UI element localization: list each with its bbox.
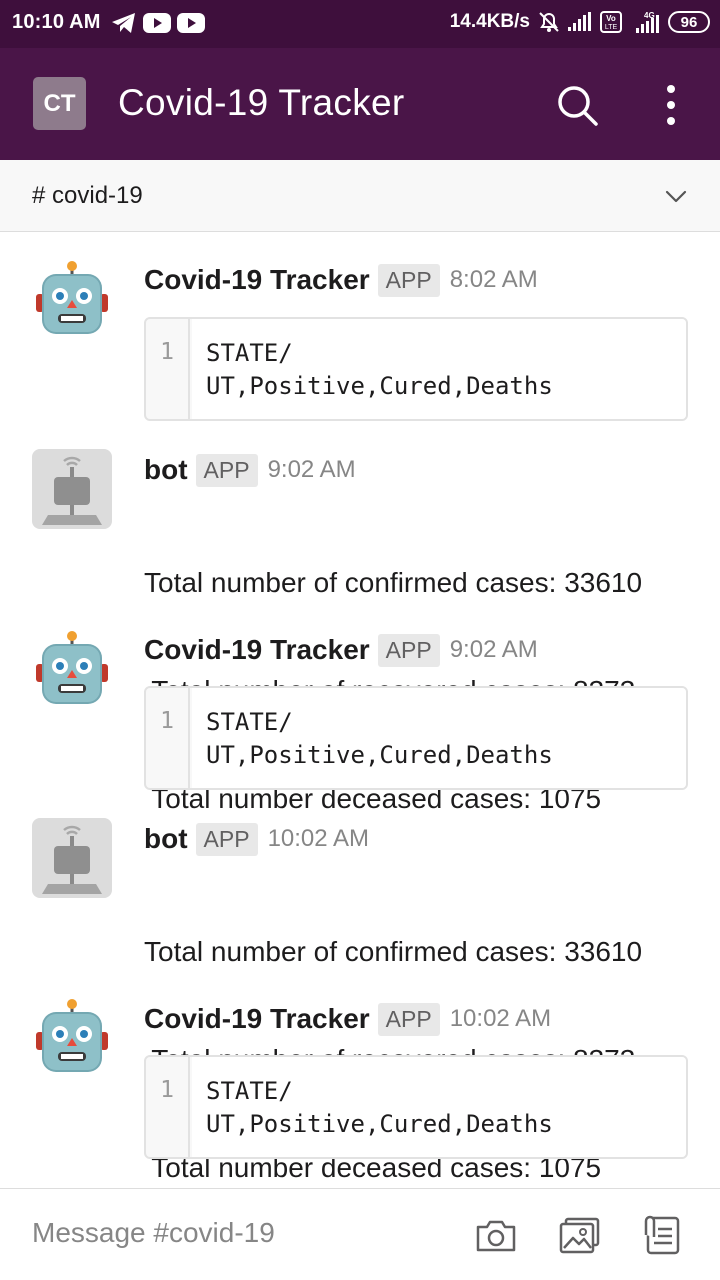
message-header: Covid-19 Tracker APP 8:02 AM: [144, 260, 538, 300]
notification-icons: [111, 12, 205, 34]
message-item[interactable]: bot APP 9:02 AM Total number of confirme…: [0, 430, 720, 814]
code-text: STATE/ UT,Positive,Cured,Deaths: [206, 337, 676, 403]
message-line: Total number of confirmed cases: 33610: [144, 567, 643, 598]
timestamp: 10:02 AM: [449, 1005, 552, 1032]
code-line: STATE/: [206, 708, 293, 736]
workspace-badge[interactable]: CT: [33, 77, 86, 130]
status-bar: 10:10 AM 14.4KB/s Vo LTE 4G 96: [0, 0, 720, 48]
signal-icon: [568, 12, 591, 31]
camera-icon[interactable]: [474, 1215, 518, 1255]
code-snippet[interactable]: 1 STATE/ UT,Positive,Cured,Deaths: [144, 317, 688, 421]
line-number: 1: [146, 688, 190, 788]
message-item[interactable]: Covid-19 Tracker APP 8:02 AM 1 STATE/ UT…: [0, 240, 720, 430]
sender-name[interactable]: Covid-19 Tracker: [144, 1003, 370, 1035]
youtube-icon: [142, 12, 171, 33]
channel-bar[interactable]: # covid-19: [0, 160, 720, 232]
robot-face-icon[interactable]: [32, 998, 112, 1078]
robot-face-icon[interactable]: [32, 630, 112, 710]
message-item[interactable]: Covid-19 Tracker APP 10:02 AM 1 STATE/ U…: [0, 980, 720, 1170]
app-badge: APP: [195, 453, 258, 487]
youtube-icon: [176, 12, 205, 33]
line-number: 1: [146, 1057, 190, 1157]
timestamp: 10:02 AM: [267, 825, 369, 852]
sender-name[interactable]: Covid-19 Tracker: [144, 264, 370, 296]
attach-file-icon[interactable]: [638, 1215, 682, 1255]
gallery-icon[interactable]: [558, 1215, 602, 1255]
message-header: Covid-19 Tracker APP 10:02 AM: [144, 999, 551, 1039]
message-header: bot APP 10:02 AM: [144, 819, 369, 859]
code-line: STATE/: [206, 339, 293, 367]
sender-name[interactable]: Covid-19 Tracker: [144, 634, 370, 666]
telegram-icon: [111, 12, 135, 33]
bot-avatar-icon[interactable]: [32, 818, 112, 898]
timestamp: 9:02 AM: [449, 636, 538, 663]
message-composer: Message #covid-19: [0, 1188, 720, 1280]
code-snippet[interactable]: 1 STATE/ UT,Positive,Cured,Deaths: [144, 1055, 688, 1159]
code-text: STATE/ UT,Positive,Cured,Deaths: [206, 706, 676, 772]
status-right: 14.4KB/s Vo LTE 4G 96: [450, 10, 710, 34]
workspace-title: Covid-19 Tracker: [118, 82, 405, 123]
battery-icon: 96: [668, 11, 710, 33]
app-badge: APP: [377, 1002, 440, 1036]
timestamp: 9:02 AM: [267, 456, 356, 483]
code-line: UT,Positive,Cured,Deaths: [206, 1110, 553, 1138]
code-line: UT,Positive,Cured,Deaths: [206, 372, 553, 400]
message-header: bot APP 9:02 AM: [144, 450, 356, 490]
search-icon[interactable]: [554, 82, 600, 128]
status-left: 10:10 AM: [12, 11, 205, 34]
message-input[interactable]: Message #covid-19: [32, 1217, 275, 1249]
message-item[interactable]: bot APP 10:02 AM Total number of confirm…: [0, 800, 720, 1183]
code-line: STATE/: [206, 1077, 293, 1105]
code-snippet[interactable]: 1 STATE/ UT,Positive,Cured,Deaths: [144, 686, 688, 790]
code-line: UT,Positive,Cured,Deaths: [206, 741, 553, 769]
app-badge: APP: [377, 263, 440, 297]
volte-icon: VoLTE: [600, 11, 622, 33]
svg-text:Vo: Vo: [606, 14, 616, 23]
code-text: STATE/ UT,Positive,Cured,Deaths: [206, 1075, 676, 1141]
message-item[interactable]: Covid-19 Tracker APP 9:02 AM 1 STATE/ UT…: [0, 610, 720, 800]
chevron-down-icon[interactable]: [664, 186, 688, 206]
4g-signal-icon: 4G: [636, 11, 659, 33]
app-header: CT Covid-19 Tracker: [0, 48, 720, 160]
bot-avatar-icon[interactable]: [32, 449, 112, 529]
status-time: 10:10 AM: [12, 11, 101, 33]
message-header: Covid-19 Tracker APP 9:02 AM: [144, 630, 538, 670]
svg-text:LTE: LTE: [605, 24, 618, 31]
net-speed: 14.4KB/s: [449, 11, 530, 32]
app-badge: APP: [377, 633, 440, 667]
channel-name: # covid-19: [32, 182, 143, 209]
message-line: Total number of confirmed cases: 33610: [144, 936, 643, 967]
robot-face-icon[interactable]: [32, 260, 112, 340]
app-badge: APP: [195, 822, 258, 856]
more-vertical-icon[interactable]: [656, 82, 686, 128]
mute-bell-icon: [539, 12, 559, 32]
sender-name[interactable]: bot: [144, 454, 188, 486]
timestamp: 8:02 AM: [449, 266, 538, 293]
line-number: 1: [146, 319, 190, 419]
sender-name[interactable]: bot: [144, 823, 188, 855]
